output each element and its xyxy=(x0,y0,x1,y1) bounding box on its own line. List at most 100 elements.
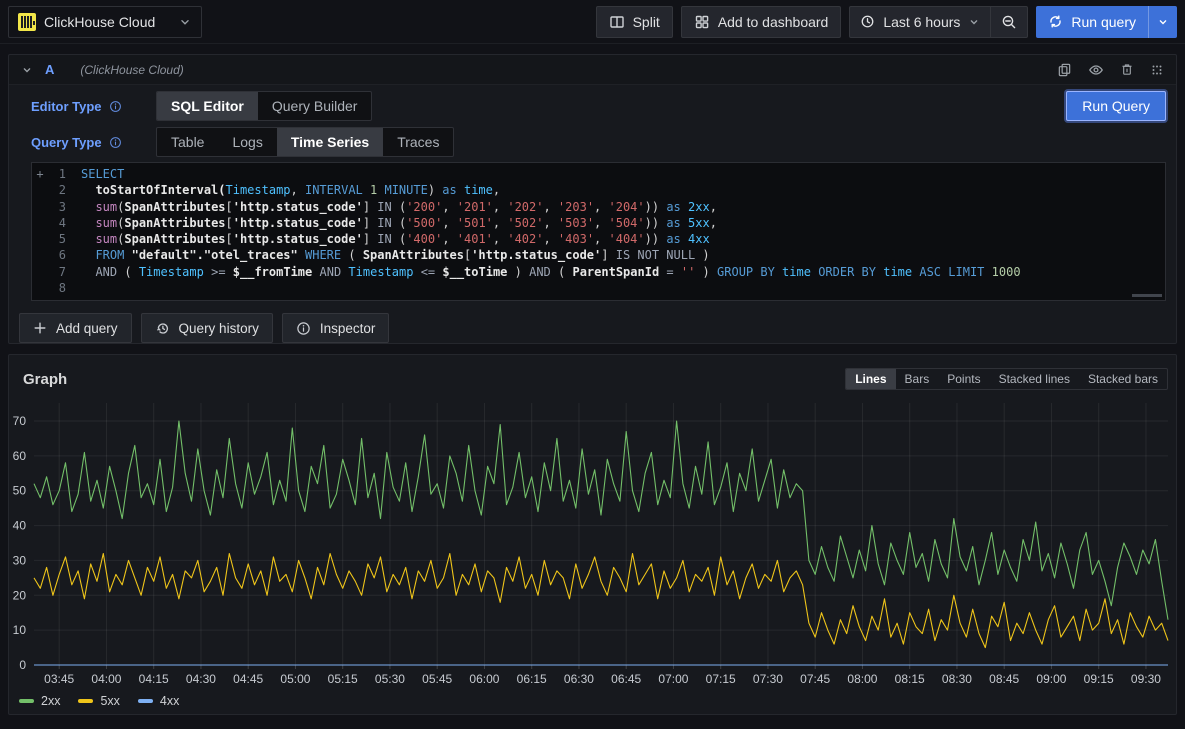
svg-text:20: 20 xyxy=(13,588,27,602)
chevron-down-icon xyxy=(178,15,192,29)
sql-code-lines: +1 SELECT2 toStartOfInterval(Timestamp, I… xyxy=(32,166,1165,296)
graph-mode-lines[interactable]: Lines xyxy=(846,369,895,389)
zoom-out-button[interactable] xyxy=(991,7,1027,37)
delete-query-trash-icon[interactable] xyxy=(1120,62,1134,77)
code-line[interactable]: 2 toStartOfInterval(Timestamp, INTERVAL … xyxy=(32,182,1165,198)
toggle-visibility-eye-icon[interactable] xyxy=(1088,62,1104,78)
graph-mode-points[interactable]: Points xyxy=(938,369,989,389)
split-button[interactable]: Split xyxy=(596,6,673,38)
chevron-down-icon xyxy=(968,16,980,28)
gutter-spacer xyxy=(32,264,48,280)
time-picker-group: Last 6 hours xyxy=(849,6,1028,38)
add-to-dashboard-label: Add to dashboard xyxy=(718,14,829,30)
query-ref-id[interactable]: A xyxy=(45,62,54,77)
svg-text:0: 0 xyxy=(19,658,26,672)
legend-item-2xx[interactable]: 2xx xyxy=(19,694,60,708)
line-number: 8 xyxy=(48,280,66,296)
add-query-button[interactable]: Add query xyxy=(19,313,132,343)
query-type-option-time-series[interactable]: Time Series xyxy=(277,128,383,156)
sql-code-editor[interactable]: +1 SELECT2 toStartOfInterval(Timestamp, I… xyxy=(31,162,1166,301)
info-icon[interactable] xyxy=(109,100,122,113)
gutter-spacer xyxy=(32,215,48,231)
line-number: 1 xyxy=(48,166,66,182)
drag-handle-icon[interactable] xyxy=(1150,63,1164,77)
chart-gridlines xyxy=(34,403,1168,669)
run-query-button[interactable]: Run query xyxy=(1036,6,1148,38)
query-history-label: Query history xyxy=(179,321,259,336)
run-query-split-button: Run query xyxy=(1036,6,1177,38)
query-type-label-group: Query Type xyxy=(31,135,156,150)
editor-horizontal-scrollbar[interactable] xyxy=(1132,294,1162,297)
legend-item-4xx[interactable]: 4xx xyxy=(138,694,179,708)
svg-text:04:15: 04:15 xyxy=(139,672,169,686)
svg-text:08:30: 08:30 xyxy=(942,672,972,686)
svg-text:09:15: 09:15 xyxy=(1084,672,1114,686)
query-type-toggle: Table Logs Time Series Traces xyxy=(156,127,454,157)
graph-panel-title: Graph xyxy=(23,371,67,388)
code-line[interactable]: +1 SELECT xyxy=(32,166,1165,182)
code-line[interactable]: 3 sum(SpanAttributes['http.status_code']… xyxy=(32,199,1165,215)
svg-text:07:00: 07:00 xyxy=(658,672,688,686)
code-line[interactable]: 6 FROM "default"."otel_traces" WHERE ( S… xyxy=(32,247,1165,263)
svg-text:03:45: 03:45 xyxy=(44,672,74,686)
svg-text:04:45: 04:45 xyxy=(233,672,263,686)
editor-type-option-query-builder[interactable]: Query Builder xyxy=(258,92,372,120)
query-editor-panel: A (ClickHouse Cloud) Editor Type SQL xyxy=(8,54,1177,344)
svg-text:70: 70 xyxy=(13,414,27,428)
query-footer-actions: Add query Query history Inspector xyxy=(19,313,1166,343)
x-axis-labels: 03:4504:0004:1504:3004:4505:0005:1505:30… xyxy=(44,672,1161,686)
graph-mode-bars[interactable]: Bars xyxy=(896,369,939,389)
svg-text:05:45: 05:45 xyxy=(422,672,452,686)
inspector-button[interactable]: Inspector xyxy=(282,313,390,343)
graph-mode-stacked-lines[interactable]: Stacked lines xyxy=(990,369,1079,389)
code-text: FROM "default"."otel_traces" WHERE ( Spa… xyxy=(81,247,710,263)
legend-item-5xx[interactable]: 5xx xyxy=(78,694,119,708)
collapse-chevron-icon[interactable] xyxy=(21,64,33,76)
query-type-option-traces[interactable]: Traces xyxy=(383,128,453,156)
code-line[interactable]: 8 xyxy=(32,280,1165,296)
code-text: AND ( Timestamp >= $__fromTime AND Times… xyxy=(81,264,1021,280)
svg-text:05:00: 05:00 xyxy=(280,672,310,686)
svg-text:40: 40 xyxy=(13,519,27,533)
history-icon xyxy=(155,321,170,336)
svg-text:60: 60 xyxy=(13,449,27,463)
svg-text:06:15: 06:15 xyxy=(517,672,547,686)
query-type-option-table[interactable]: Table xyxy=(157,128,218,156)
plus-icon xyxy=(33,321,47,335)
query-history-button[interactable]: Query history xyxy=(141,313,273,343)
legend-label: 5xx xyxy=(100,694,119,708)
line-number: 3 xyxy=(48,199,66,215)
query-row-header: A (ClickHouse Cloud) xyxy=(9,55,1176,85)
graph-mode-stacked-bars[interactable]: Stacked bars xyxy=(1079,369,1167,389)
duplicate-query-button[interactable] xyxy=(1057,62,1072,77)
run-query-editor-button[interactable]: Run Query xyxy=(1066,91,1166,121)
legend-label: 2xx xyxy=(41,694,60,708)
svg-text:07:30: 07:30 xyxy=(753,672,783,686)
code-text: sum(SpanAttributes['http.status_code'] I… xyxy=(81,231,710,247)
code-line[interactable]: 5 sum(SpanAttributes['http.status_code']… xyxy=(32,231,1165,247)
graph-style-toggle: Lines Bars Points Stacked lines Stacked … xyxy=(845,368,1168,390)
run-query-dropdown[interactable] xyxy=(1149,6,1177,38)
info-icon[interactable] xyxy=(109,136,122,149)
time-range-button[interactable]: Last 6 hours xyxy=(850,7,990,37)
inspector-label: Inspector xyxy=(320,321,376,336)
svg-text:06:45: 06:45 xyxy=(611,672,641,686)
query-type-option-logs[interactable]: Logs xyxy=(218,128,276,156)
code-text: SELECT xyxy=(81,166,124,182)
query-datasource-hint: (ClickHouse Cloud) xyxy=(80,63,183,77)
svg-text:08:45: 08:45 xyxy=(989,672,1019,686)
chart-legend: 2xx 5xx 4xx xyxy=(9,689,1176,709)
add-to-dashboard-button[interactable]: Add to dashboard xyxy=(681,6,842,38)
time-series-chart[interactable]: 01020304050607003:4504:0004:1504:3004:45… xyxy=(9,393,1176,689)
svg-text:30: 30 xyxy=(13,553,27,567)
legend-swatch-5xx xyxy=(78,699,93,703)
datasource-picker[interactable]: ClickHouse Cloud xyxy=(8,6,202,38)
editor-type-option-sql-editor[interactable]: SQL Editor xyxy=(157,92,258,120)
code-line[interactable]: 4 sum(SpanAttributes['http.status_code']… xyxy=(32,215,1165,231)
series-line-5xx xyxy=(34,554,1168,648)
clickhouse-logo-icon xyxy=(18,13,36,31)
svg-text:50: 50 xyxy=(13,484,27,498)
code-line[interactable]: 7 AND ( Timestamp >= $__fromTime AND Tim… xyxy=(32,264,1165,280)
gutter-plus-icon[interactable]: + xyxy=(32,166,48,182)
svg-text:05:30: 05:30 xyxy=(375,672,405,686)
